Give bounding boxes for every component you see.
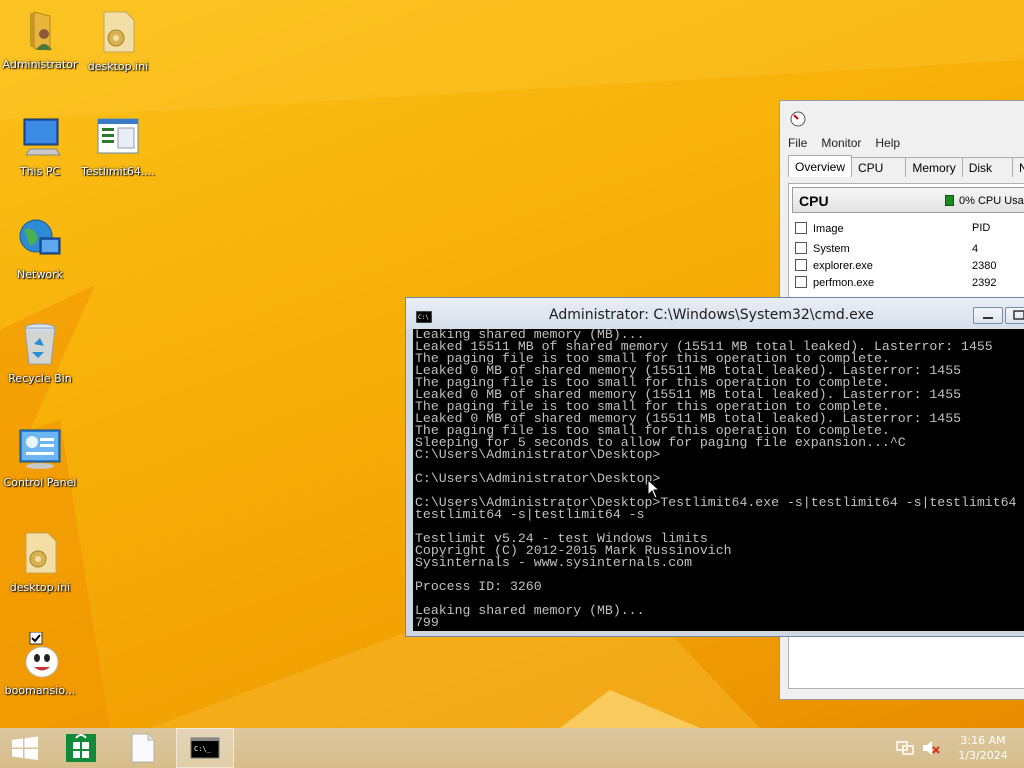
- process-pid: 2380: [972, 259, 997, 272]
- console-line: C:\Users\Administrator\Desktop>: [415, 447, 661, 462]
- process-pid: 2392: [972, 276, 997, 289]
- menu-help[interactable]: Help: [875, 136, 900, 150]
- desktop-icon-desktop-ini-2[interactable]: desktop.ini: [0, 529, 80, 594]
- desktop-icon-label: desktop.ini: [9, 581, 71, 594]
- cpu-usage-indicator: 0% CPU Usag: [945, 195, 1024, 207]
- column-header-image[interactable]: Image: [792, 216, 972, 240]
- console-line: C:\Users\Administrator\Desktop>: [415, 471, 661, 486]
- store-button[interactable]: [52, 728, 110, 768]
- desktop-icon-administrator[interactable]: Administrator: [0, 6, 80, 71]
- volume-muted-icon[interactable]: [922, 740, 940, 756]
- clock-date: 1/3/2024: [958, 749, 1008, 762]
- desktop-icon-control-panel[interactable]: Control Panel: [0, 424, 80, 489]
- cmd-titlebar[interactable]: C:\ Administrator: C:\Windows\System32\c…: [406, 298, 1024, 329]
- minimize-button[interactable]: [973, 307, 1003, 324]
- console-line: testlimit64 -s|testlimit64 -s: [415, 507, 645, 522]
- desktop-icon-network[interactable]: Network: [0, 216, 80, 281]
- desktop-icon-boomansion[interactable]: boomansio...: [0, 632, 80, 697]
- control-panel-icon: [19, 429, 61, 469]
- taskbar: C:\_ 3:16 AM 1/3/2024: [0, 728, 1024, 768]
- user-folder-icon: [30, 11, 52, 51]
- cpu-usage-swatch: [945, 195, 954, 206]
- cmd-taskbar-button[interactable]: C:\_: [176, 728, 234, 768]
- table-row[interactable]: explorer.exe 2380: [792, 257, 1024, 274]
- cpu-section-title: CPU: [799, 193, 829, 209]
- tab-disk[interactable]: Disk: [961, 157, 1014, 177]
- process-pid: 4: [972, 242, 979, 255]
- select-all-checkbox[interactable]: [795, 221, 807, 234]
- resource-monitor-tabs: Overview CPU Memory Disk Ne: [780, 155, 1024, 177]
- row-checkbox[interactable]: [795, 276, 807, 288]
- ghost-icon: [25, 632, 59, 678]
- console-line: Process ID: 3260: [415, 579, 542, 594]
- store-icon: [66, 734, 96, 762]
- column-header-label: PID: [972, 222, 991, 234]
- cmd-window[interactable]: C:\ Administrator: C:\Windows\System32\c…: [405, 297, 1024, 637]
- tab-overview[interactable]: Overview: [788, 155, 853, 177]
- cmd-window-title: Administrator: C:\Windows\System32\cmd.e…: [549, 307, 875, 323]
- network-tray-icon[interactable]: [896, 740, 914, 756]
- minimize-icon: [983, 317, 993, 319]
- desktop-icon-this-pc[interactable]: This PC: [0, 113, 80, 178]
- resource-monitor-icon: [790, 111, 806, 127]
- maximize-icon: [1013, 310, 1024, 320]
- start-button[interactable]: [0, 728, 58, 768]
- desktop-icon-desktop-ini[interactable]: desktop.ini: [78, 8, 158, 73]
- config-file-icon: [25, 532, 57, 574]
- maximize-button[interactable]: [1005, 307, 1024, 324]
- console-line: Leaking shared memory (MB)...: [415, 603, 645, 618]
- row-checkbox[interactable]: [795, 259, 807, 271]
- column-header-label: Image: [813, 222, 844, 235]
- desktop-icon-label: Administrator: [2, 58, 78, 71]
- resource-monitor-titlebar[interactable]: [780, 101, 1024, 133]
- computer-icon: [23, 118, 61, 156]
- tab-cpu[interactable]: CPU: [851, 157, 907, 177]
- application-icon: [97, 118, 139, 154]
- desktop-icon-recycle-bin[interactable]: Recycle Bin: [0, 320, 80, 385]
- menu-monitor[interactable]: Monitor: [821, 136, 861, 150]
- desktop-icon-label: Recycle Bin: [8, 372, 72, 385]
- table-row[interactable]: System 4: [792, 240, 1024, 257]
- desktop-icon-label: boomansio...: [4, 684, 76, 697]
- cmd-icon: C:\_: [190, 737, 220, 759]
- config-file-icon: [103, 11, 135, 53]
- clock-time: 3:16 AM: [960, 734, 1006, 747]
- row-checkbox[interactable]: [795, 242, 807, 254]
- recycle-bin-icon: [24, 323, 56, 365]
- cpu-process-table: Image PID System 4 explorer.exe 2380 per…: [792, 216, 1024, 291]
- table-row[interactable]: perfmon.exe 2392: [792, 274, 1024, 291]
- windows-logo-icon: [12, 736, 38, 760]
- menu-file[interactable]: File: [788, 136, 807, 150]
- tab-network[interactable]: Ne: [1012, 157, 1024, 177]
- cpu-section-header[interactable]: CPU 0% CPU Usag: [792, 187, 1024, 213]
- taskbar-clock[interactable]: 3:16 AM 1/3/2024: [948, 733, 1018, 763]
- cmd-icon: C:\: [416, 311, 432, 323]
- process-image: System: [813, 243, 850, 255]
- desktop-icon-label: desktop.ini: [87, 60, 149, 73]
- console-line: Sysinternals - www.sysinternals.com: [415, 555, 692, 570]
- network-icon: [19, 219, 61, 255]
- cpu-usage-text: 0% CPU Usag: [959, 195, 1024, 207]
- tab-memory[interactable]: Memory: [905, 157, 963, 177]
- resource-monitor-menubar: File Monitor Help: [780, 133, 1024, 153]
- desktop-icon-label: This PC: [19, 165, 61, 178]
- table-header-row: Image PID: [792, 216, 1024, 240]
- file-icon: [131, 733, 155, 763]
- console-line: 799: [415, 615, 439, 630]
- mouse-cursor-icon: [647, 479, 661, 499]
- column-header-pid[interactable]: PID: [972, 216, 1024, 240]
- file-explorer-button[interactable]: [114, 728, 172, 768]
- process-image: explorer.exe: [813, 260, 873, 272]
- svg-text:C:\_: C:\_: [194, 745, 212, 753]
- process-image: perfmon.exe: [813, 277, 875, 289]
- desktop-icon-label: Network: [17, 268, 63, 281]
- svg-text:C:\: C:\: [418, 314, 429, 321]
- cmd-console-output[interactable]: Leaking shared memory (MB)... Leaked 155…: [413, 329, 1024, 631]
- desktop-icon-label: Control Panel: [3, 476, 77, 489]
- desktop-icon-testlimit64[interactable]: Testlimit64....: [78, 113, 158, 178]
- desktop-icon-label: Testlimit64....: [81, 165, 155, 178]
